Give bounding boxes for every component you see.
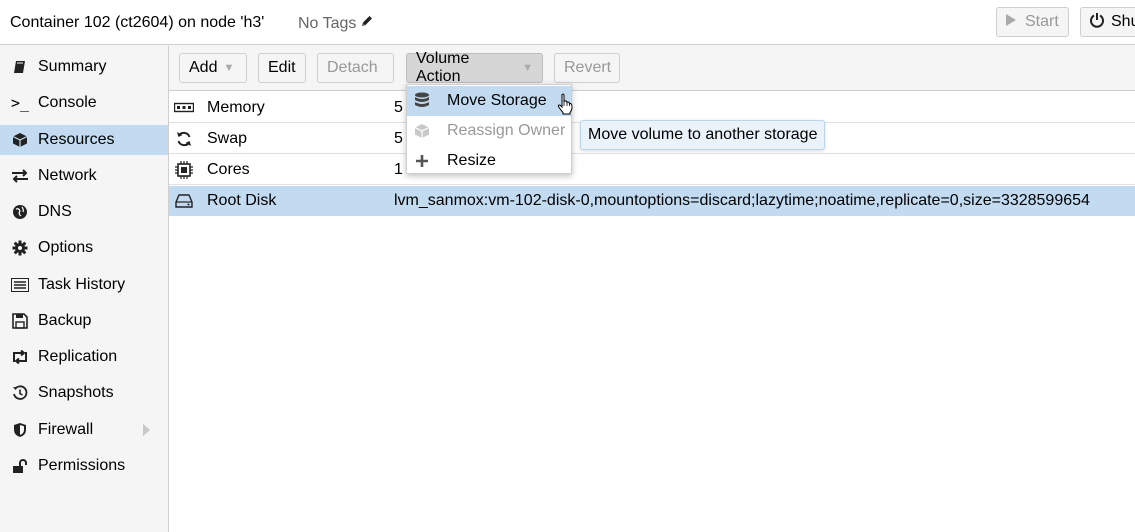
- plus-icon: [412, 154, 432, 168]
- chevron-down-icon: ▼: [223, 62, 235, 74]
- cube-icon: [10, 132, 30, 148]
- book-icon: [10, 59, 30, 75]
- row-key: Swap: [207, 130, 248, 147]
- revert-label: Revert: [564, 59, 612, 76]
- play-icon: [1005, 13, 1017, 32]
- sidebar-item-label: DNS: [38, 203, 72, 220]
- sidebar-item-console[interactable]: >_ Console: [0, 88, 168, 118]
- sidebar-item-label: Network: [38, 167, 97, 184]
- menu-item-resize[interactable]: Resize: [407, 146, 571, 176]
- resources-toolbar: Add ▼ Edit Detach Volume Action ▼ Revert: [169, 46, 1135, 91]
- menu-item-reassign-owner[interactable]: Reassign Owner: [407, 116, 571, 146]
- revert-button[interactable]: Revert: [554, 53, 620, 83]
- sidebar-item-label: Resources: [38, 131, 115, 148]
- start-label: Start: [1025, 13, 1059, 30]
- sidebar: Summary >_ Console Resources Network DNS…: [0, 46, 169, 532]
- detach-label: Detach: [327, 59, 378, 76]
- memory-icon: [174, 99, 194, 117]
- row-value: 5: [394, 130, 403, 147]
- volume-action-button[interactable]: Volume Action ▼: [406, 50, 543, 85]
- cube-icon: [412, 123, 432, 139]
- move-storage-tooltip: Move volume to another storage: [580, 120, 826, 150]
- page-title: Container 102 (ct2604) on node 'h3': [10, 14, 265, 31]
- menu-item-label: Resize: [447, 152, 496, 169]
- row-key: Root Disk: [207, 192, 277, 209]
- refresh-icon: [174, 130, 194, 148]
- list-icon: [10, 278, 30, 292]
- sidebar-item-permissions[interactable]: Permissions: [0, 451, 168, 481]
- detach-button[interactable]: Detach: [317, 53, 394, 83]
- unlock-icon: [10, 458, 30, 474]
- start-button[interactable]: Start: [996, 7, 1069, 37]
- sidebar-item-label: Replication: [38, 348, 118, 365]
- sidebar-item-options[interactable]: Options: [0, 233, 168, 263]
- sidebar-item-label: Task History: [38, 276, 126, 293]
- add-button[interactable]: Add ▼: [179, 53, 247, 83]
- sidebar-item-network[interactable]: Network: [0, 161, 168, 191]
- volume-action-menu: Move Storage Reassign Owner Resize: [406, 84, 572, 174]
- sidebar-item-label: Permissions: [38, 457, 126, 474]
- row-key: Memory: [207, 99, 265, 116]
- edit-button[interactable]: Edit: [258, 53, 306, 83]
- retweet-icon: [10, 350, 30, 364]
- gear-icon: [10, 240, 30, 256]
- row-key: Cores: [207, 161, 250, 178]
- hand-pointer-icon: [557, 93, 573, 120]
- hdd-icon: [174, 192, 194, 210]
- sidebar-item-label: Snapshots: [38, 384, 114, 401]
- volume-action-label: Volume Action: [416, 50, 470, 85]
- database-icon: [412, 92, 432, 110]
- globe-icon: [10, 204, 30, 220]
- history-icon: [10, 385, 30, 401]
- menu-item-label: Move Storage: [447, 92, 547, 109]
- shield-icon: [10, 422, 30, 438]
- sidebar-item-label: Summary: [38, 58, 107, 75]
- header-bar: Container 102 (ct2604) on node 'h3' No T…: [0, 0, 1135, 45]
- resources-panel: Add ▼ Edit Detach Volume Action ▼ Revert…: [169, 46, 1135, 532]
- sidebar-item-firewall[interactable]: Firewall: [0, 415, 168, 445]
- row-value: 5: [394, 99, 403, 116]
- table-row-cores[interactable]: Cores 1: [169, 155, 1135, 185]
- sidebar-item-resources[interactable]: Resources: [0, 125, 168, 155]
- exchange-icon: [10, 169, 30, 183]
- menu-item-move-storage[interactable]: Move Storage: [407, 86, 571, 116]
- sidebar-item-summary[interactable]: Summary: [0, 52, 168, 82]
- sidebar-item-task-history[interactable]: Task History: [0, 270, 168, 300]
- menu-item-label: Reassign Owner: [447, 122, 566, 139]
- tags-label: No Tags: [298, 14, 357, 32]
- row-value: 1: [394, 161, 403, 178]
- cpu-icon: [174, 161, 194, 179]
- shutdown-button[interactable]: Shu: [1080, 7, 1135, 37]
- shutdown-label: Shu: [1111, 13, 1135, 30]
- edit-label: Edit: [268, 59, 296, 76]
- sidebar-item-label: Options: [38, 239, 94, 256]
- sidebar-item-replication[interactable]: Replication: [0, 342, 168, 372]
- sidebar-item-label: Firewall: [38, 421, 94, 438]
- row-value: lvm_sanmox:vm-102-disk-0,mountoptions=di…: [394, 192, 1090, 209]
- sidebar-item-label: Backup: [38, 312, 92, 329]
- terminal-icon: >_: [10, 94, 30, 112]
- tags-editor[interactable]: No Tags: [298, 14, 374, 33]
- chevron-down-icon: ▼: [522, 62, 533, 74]
- table-row-root-disk[interactable]: Root Disk lvm_sanmox:vm-102-disk-0,mount…: [169, 186, 1135, 216]
- add-label: Add: [189, 59, 218, 76]
- table-row-memory[interactable]: Memory 5: [169, 93, 1135, 123]
- expand-arrow-icon[interactable]: [143, 424, 150, 436]
- sidebar-item-dns[interactable]: DNS: [0, 197, 168, 227]
- sidebar-item-snapshots[interactable]: Snapshots: [0, 378, 168, 408]
- sidebar-item-label: Console: [38, 94, 97, 111]
- floppy-icon: [10, 313, 30, 329]
- sidebar-item-backup[interactable]: Backup: [0, 306, 168, 336]
- pencil-icon[interactable]: [360, 14, 374, 33]
- power-icon: [1089, 12, 1105, 33]
